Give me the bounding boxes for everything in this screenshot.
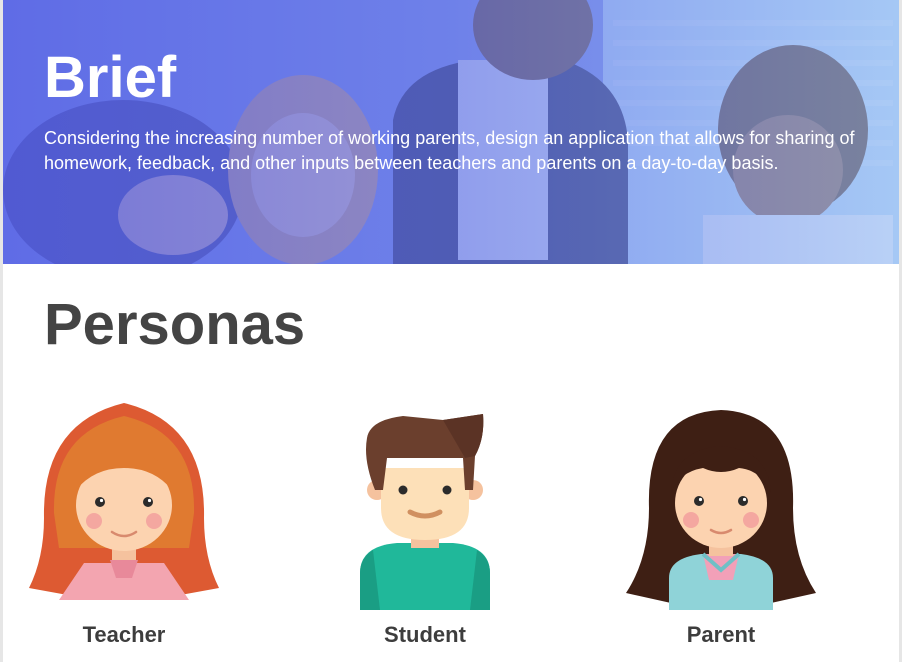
student-avatar-icon xyxy=(360,414,490,610)
persona-teacher-label: Teacher xyxy=(82,622,166,647)
brief-hero: Brief Considering the increasing number … xyxy=(3,0,899,264)
persona-parent: Parent xyxy=(611,398,831,662)
teacher-avatar-icon xyxy=(29,403,219,600)
persona-student: Student xyxy=(315,398,535,662)
brief-description: Considering the increasing number of wor… xyxy=(44,128,855,173)
persona-student-label: Student xyxy=(384,622,466,647)
personas-title: Personas xyxy=(44,292,306,357)
persona-parent-label: Parent xyxy=(686,622,756,647)
parent-avatar-icon xyxy=(626,410,816,610)
brief-title: Brief xyxy=(44,45,177,110)
persona-teacher: Teacher xyxy=(14,398,234,662)
